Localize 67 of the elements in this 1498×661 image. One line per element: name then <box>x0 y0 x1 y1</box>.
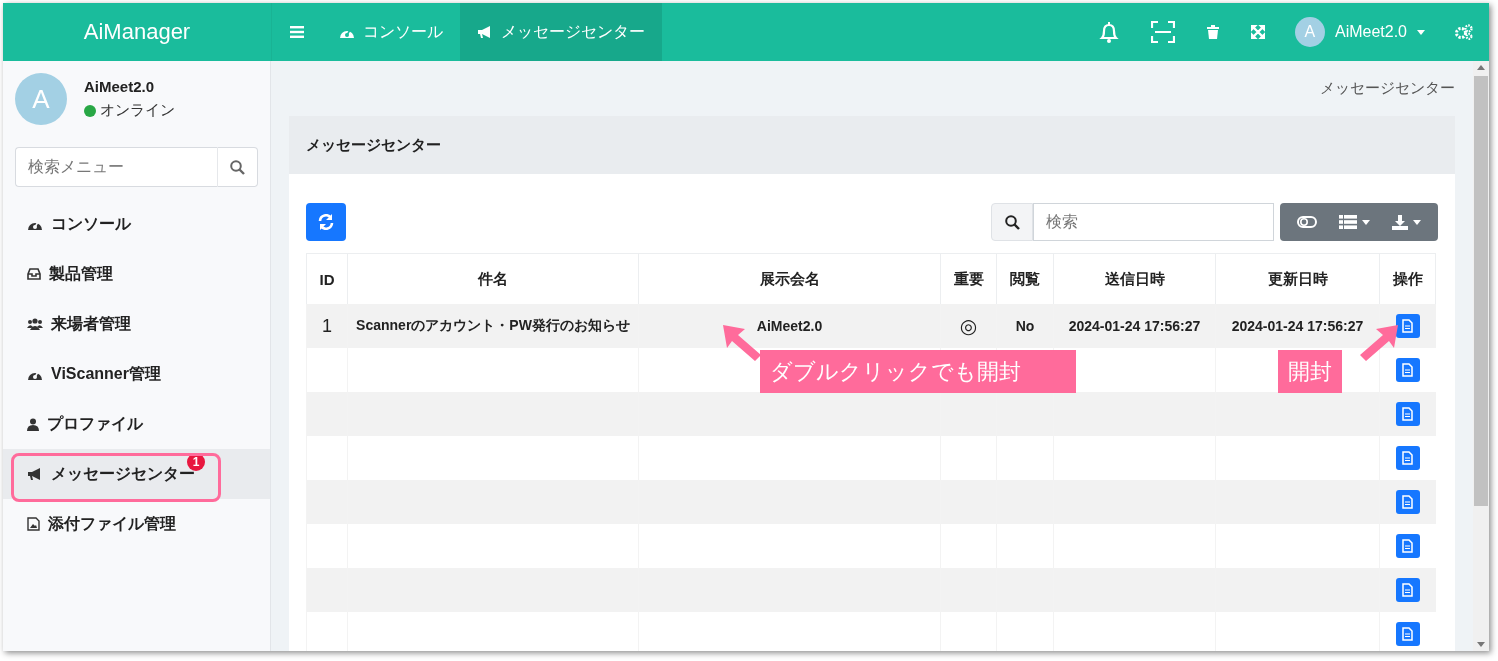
user-avatar: A <box>1294 17 1325 47</box>
table-cell: Scannerのアカウント・PW発行のお知らせ <box>347 304 639 348</box>
scrollbar[interactable] <box>1473 61 1489 651</box>
scroll-thumb[interactable] <box>1474 76 1488 506</box>
sidebar-item[interactable]: コンソール <box>3 199 270 249</box>
document-icon <box>1402 627 1414 641</box>
document-icon <box>1402 583 1414 597</box>
document-icon <box>1402 451 1414 465</box>
caret-icon <box>1362 219 1370 225</box>
caret-icon <box>1417 29 1425 35</box>
document-icon <box>1402 319 1414 333</box>
open-button[interactable] <box>1395 446 1420 470</box>
bell-icon <box>1098 21 1119 43</box>
document-icon <box>1402 539 1414 553</box>
refresh-icon <box>318 214 334 230</box>
megaphone-icon <box>27 467 43 481</box>
open-button[interactable] <box>1395 534 1420 558</box>
table-cell: No <box>996 304 1054 348</box>
open-button[interactable] <box>1395 490 1420 514</box>
card-header: メッセージセンター <box>289 116 1455 174</box>
sidebar-item[interactable]: 添付ファイル管理 <box>3 499 270 549</box>
document-icon <box>1402 407 1414 421</box>
table-cell: AiMeet2.0 <box>638 304 941 348</box>
gears-icon <box>1455 24 1473 40</box>
user-avatar: A <box>15 73 67 125</box>
open-button[interactable] <box>1395 314 1420 338</box>
sidebar-item[interactable]: ViScanner管理 <box>3 349 270 399</box>
list-icon <box>1339 215 1357 229</box>
user-name: AiMeet2.0 <box>84 78 156 95</box>
sidebar-item[interactable]: 製品管理 <box>3 249 270 299</box>
scan-frame-icon <box>1150 21 1175 43</box>
image-file-icon <box>27 517 40 531</box>
scroll-down-icon[interactable] <box>1477 642 1485 647</box>
document-icon <box>1402 363 1414 377</box>
open-button[interactable] <box>1395 622 1420 646</box>
table-cell: 1 <box>306 304 348 348</box>
caret-icon <box>1413 219 1421 225</box>
megaphone-icon <box>477 25 493 39</box>
refresh-button[interactable] <box>306 203 346 241</box>
open-button[interactable] <box>1395 402 1420 426</box>
open-button[interactable] <box>1395 578 1420 602</box>
search-icon <box>230 159 245 175</box>
status-text: オンライン <box>100 101 175 120</box>
callout-label: 開封 <box>1278 350 1342 393</box>
menu-search-field[interactable]: 検索メニュー <box>15 147 217 187</box>
open-button[interactable] <box>1395 358 1420 382</box>
table-search-field[interactable]: 検索 <box>1033 203 1274 241</box>
menu-icon <box>290 26 304 38</box>
trash-icon <box>1206 25 1219 39</box>
user-icon <box>27 417 39 431</box>
table-cell: 2024-01-24 17:56:27 <box>1053 304 1216 348</box>
table-cell: ◎ <box>940 304 997 348</box>
inbox-icon <box>27 268 41 280</box>
sidebar-item[interactable]: プロファイル <box>3 399 270 449</box>
status-dot <box>84 104 96 117</box>
table-cell: 2024-01-24 17:56:27 <box>1215 304 1380 348</box>
scroll-up-icon[interactable] <box>1477 65 1485 70</box>
search-button[interactable] <box>217 147 258 187</box>
callout-label: ダブルクリックでも開封 <box>760 350 1076 393</box>
search-icon <box>1004 214 1020 230</box>
users-icon <box>27 318 43 330</box>
breadcrumb: メッセージセンター <box>1320 78 1455 98</box>
download-icon <box>1392 214 1408 230</box>
sidebar-item[interactable]: 来場者管理 <box>3 299 270 349</box>
expand-icon <box>1250 25 1265 39</box>
document-icon <box>1402 495 1414 509</box>
toggle-icon <box>1297 216 1317 228</box>
